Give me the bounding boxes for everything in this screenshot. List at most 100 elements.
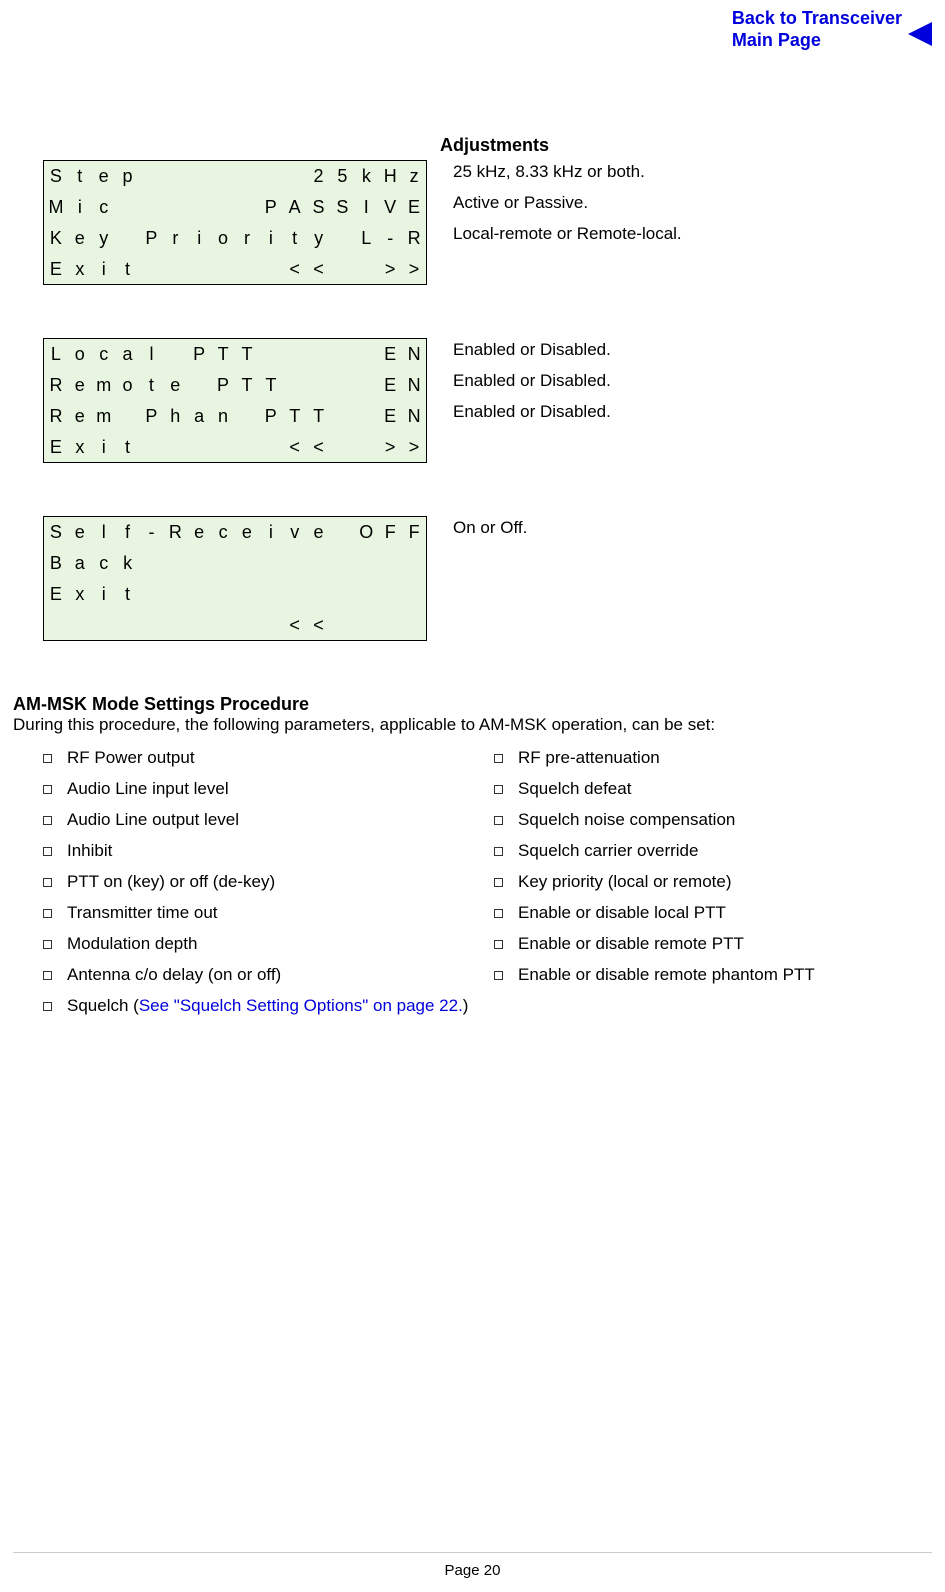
page-footer: Page 20	[13, 1552, 932, 1579]
list-item: Enable or disable remote PTT	[494, 934, 945, 954]
lcd-cell: t	[116, 584, 140, 605]
lcd-cell: i	[92, 259, 116, 280]
lcd-line: Exit<<>>	[44, 254, 426, 285]
list-item-text: Enable or disable remote PTT	[518, 934, 744, 954]
lcd-cell: o	[211, 228, 235, 249]
lcd-cell: e	[307, 522, 331, 543]
lcd-line: Self-ReceiveOFF	[44, 517, 426, 548]
list-item-text: RF Power output	[67, 748, 195, 768]
lcd-cell: E	[44, 584, 68, 605]
lcd-cell: <	[307, 437, 331, 458]
screen-row-3: Self-ReceiveOFFBackExit<< On or Off.	[0, 516, 945, 641]
back-link-line1: Back to Transceiver	[732, 8, 902, 30]
lcd-cell: P	[259, 197, 283, 218]
lcd-cell: E	[378, 406, 402, 427]
lcd-cell: p	[116, 166, 140, 187]
list-item: Audio Line output level	[43, 810, 494, 830]
lcd-cell: e	[68, 375, 92, 396]
lcd-cell: K	[44, 228, 68, 249]
lcd-cell: I	[354, 197, 378, 218]
bullet-icon	[43, 940, 52, 949]
lcd-cell: R	[163, 522, 187, 543]
lcd-line: RemotePTTEN	[44, 370, 426, 401]
param-list-right: RF pre-attenuation Squelch defeat Squelch …	[494, 748, 945, 985]
list-item: PTT on (key) or off (de-key)	[43, 872, 494, 892]
lcd-cell: F	[378, 522, 402, 543]
lcd-cell: R	[402, 228, 426, 249]
lcd-line: LocalPTTEN	[44, 339, 426, 370]
lcd-cell: t	[140, 375, 164, 396]
lcd-cell: o	[68, 344, 92, 365]
inline-link[interactable]: See "Squelch Setting Options" on page 22…	[139, 996, 463, 1015]
lcd-cell: r	[163, 228, 187, 249]
list-item-text: Squelch defeat	[518, 779, 631, 799]
bullet-icon	[43, 847, 52, 856]
bullet-icon	[494, 971, 503, 980]
lcd-cell: i	[92, 584, 116, 605]
list-item-text: PTT on (key) or off (de-key)	[67, 872, 275, 892]
lcd-cell: a	[116, 344, 140, 365]
lcd-cell: t	[283, 228, 307, 249]
list-item: Audio Line input level	[43, 779, 494, 799]
lcd-cell: m	[92, 375, 116, 396]
lcd-cell: x	[68, 437, 92, 458]
lcd-cell: R	[44, 375, 68, 396]
desc-line: On or Off.	[453, 516, 945, 540]
lcd-cell: z	[402, 166, 426, 187]
lcd-line: <<	[44, 610, 426, 641]
lcd-cell: S	[307, 197, 331, 218]
lcd-cell: c	[92, 197, 116, 218]
list-item: Antenna c/o delay (on or off)	[43, 965, 494, 985]
lcd-screen-2: LocalPTTENRemotePTTENRemPhanPTTENExit<<>…	[43, 338, 427, 463]
lcd-cell: a	[187, 406, 211, 427]
lcd-cell: <	[283, 259, 307, 280]
lcd-cell: O	[354, 522, 378, 543]
lcd-line: Back	[44, 548, 426, 579]
lcd-cell: m	[92, 406, 116, 427]
back-arrow-icon[interactable]	[908, 22, 932, 51]
lcd-cell: x	[68, 584, 92, 605]
lcd-cell: h	[163, 406, 187, 427]
lcd-cell: k	[354, 166, 378, 187]
lcd-cell: T	[211, 344, 235, 365]
list-item-text: Squelch (See "Squelch Setting Options" o…	[67, 996, 468, 1016]
lcd-cell: E	[378, 375, 402, 396]
lcd-cell: E	[44, 259, 68, 280]
lcd-cell: P	[211, 375, 235, 396]
list-item-text: Squelch carrier override	[518, 841, 698, 861]
bullet-icon	[494, 909, 503, 918]
lcd-cell: e	[92, 166, 116, 187]
list-item-text: RF pre-attenuation	[518, 748, 660, 768]
lcd-cell: T	[235, 344, 259, 365]
lcd-cell: N	[402, 406, 426, 427]
list-item-text: Transmitter time out	[67, 903, 218, 923]
lcd-cell: e	[235, 522, 259, 543]
list-item-text: Enable or disable remote phantom PTT	[518, 965, 815, 985]
back-link[interactable]: Back to Transceiver Main Page	[732, 8, 902, 51]
lcd-cell: S	[331, 197, 355, 218]
bullet-icon	[494, 785, 503, 794]
lcd-line: MicPASSIVE	[44, 192, 426, 223]
lcd-line: Exit	[44, 579, 426, 610]
lcd-cell: x	[68, 259, 92, 280]
lcd-cell: l	[92, 522, 116, 543]
lcd-cell: i	[68, 197, 92, 218]
lcd-cell: P	[259, 406, 283, 427]
lcd-cell: R	[44, 406, 68, 427]
lcd-cell: t	[68, 166, 92, 187]
desc-line: 25 kHz, 8.33 kHz or both.	[453, 160, 945, 184]
lcd-cell: E	[44, 437, 68, 458]
lcd-cell: n	[211, 406, 235, 427]
desc-line: Active or Passive.	[453, 191, 945, 215]
adjustments-heading: Adjustments	[440, 135, 945, 156]
bullet-icon	[43, 971, 52, 980]
lcd-cell: >	[378, 259, 402, 280]
lcd-cell: f	[116, 522, 140, 543]
list-item: Inhibit	[43, 841, 494, 861]
lcd-cell: >	[402, 437, 426, 458]
lcd-cell: H	[378, 166, 402, 187]
bullet-icon	[494, 754, 503, 763]
list-item: Squelch carrier override	[494, 841, 945, 861]
lcd-line: Exit<<>>	[44, 432, 426, 463]
bullet-icon	[494, 847, 503, 856]
